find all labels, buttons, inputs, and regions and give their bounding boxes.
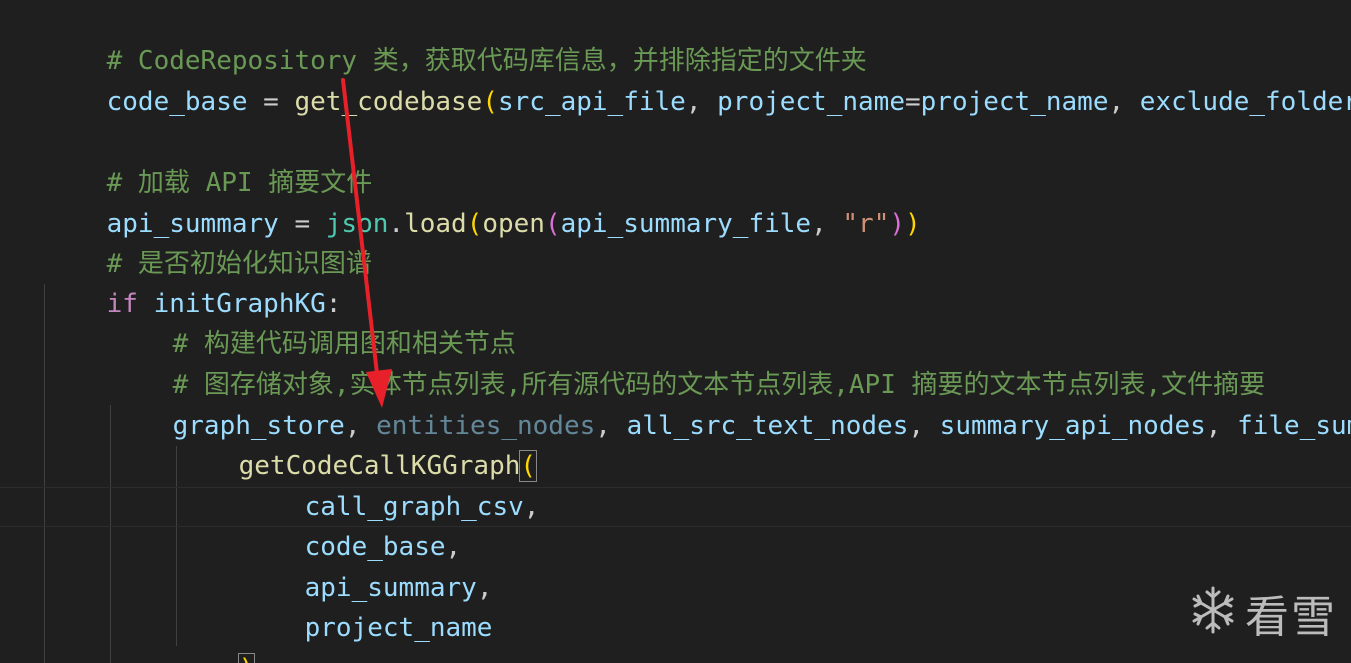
string-literal: "r"	[842, 209, 890, 239]
code-line[interactable]: code_base,	[242, 487, 462, 562]
bracket: (	[466, 209, 483, 239]
argument: project_name	[920, 87, 1109, 117]
code-line[interactable]: getCodeCallKGGraph(	[176, 406, 538, 482]
separator: ,	[908, 411, 940, 441]
separator: ,	[1205, 411, 1238, 441]
separator: ,	[811, 209, 843, 239]
variable: all_src_text_nodes	[626, 411, 909, 441]
bracket: )	[889, 209, 906, 239]
argument: src_api_file	[497, 87, 686, 117]
parameter: exclude_folders	[1139, 87, 1351, 117]
code-line[interactable]: # CodeRepository 类，获取代码库信息，并排除指定的文件夹	[44, 1, 867, 76]
separator: ,	[595, 411, 627, 441]
variable: file_sum	[1237, 411, 1351, 441]
variable: summary_api_nodes	[939, 411, 1206, 441]
code-line[interactable]: # 加载 API 摘要文件	[44, 123, 373, 198]
dot: .	[388, 209, 405, 239]
code-line[interactable]: # 构建代码调用图和相关节点	[110, 284, 516, 359]
variable: code_base	[106, 87, 248, 117]
parameter: project_name	[717, 87, 905, 117]
code-line[interactable]: call_graph_csv,	[242, 447, 540, 522]
function-name: get_codebase	[294, 87, 483, 117]
code-line[interactable]: api_summary = json.load(open(api_summary…	[44, 164, 921, 239]
watermark: 看雪	[1187, 581, 1337, 645]
code-line[interactable]: graph_store, entities_nodes, all_src_tex…	[110, 366, 1351, 441]
argument: project_name	[304, 613, 493, 643]
code-line[interactable]: # 图存储对象,实体节点列表,所有源代码的文本节点列表,API 摘要的文本节点列…	[110, 325, 1266, 400]
argument: api_summary_file	[560, 209, 812, 239]
operator: =	[904, 87, 921, 117]
function-name: load	[404, 209, 467, 239]
bracket: (	[482, 87, 498, 117]
code-line[interactable]: project_name	[242, 568, 493, 643]
bracket: )	[905, 209, 921, 239]
current-line-highlight	[0, 487, 1351, 527]
function-name: open	[482, 209, 545, 239]
separator: ,	[1108, 87, 1140, 117]
code-editor[interactable]: # CodeRepository 类，获取代码库信息，并排除指定的文件夹 cod…	[0, 0, 1351, 663]
bracket: (	[544, 209, 561, 239]
separator: ,	[685, 87, 718, 117]
code-line[interactable]: )	[176, 609, 256, 663]
code-line[interactable]: # 是否初始化知识图谱	[44, 204, 372, 279]
watermark-text: 看雪	[1245, 592, 1337, 643]
code-line[interactable]: api_summary,	[242, 528, 493, 603]
code-line[interactable]: code_base = get_codebase(src_api_file, p…	[44, 42, 1351, 117]
code-line[interactable]: if initGraphKG:	[44, 244, 342, 319]
snowflake-icon	[1187, 584, 1239, 643]
matched-bracket: )	[237, 653, 256, 663]
operator: =	[247, 87, 295, 117]
